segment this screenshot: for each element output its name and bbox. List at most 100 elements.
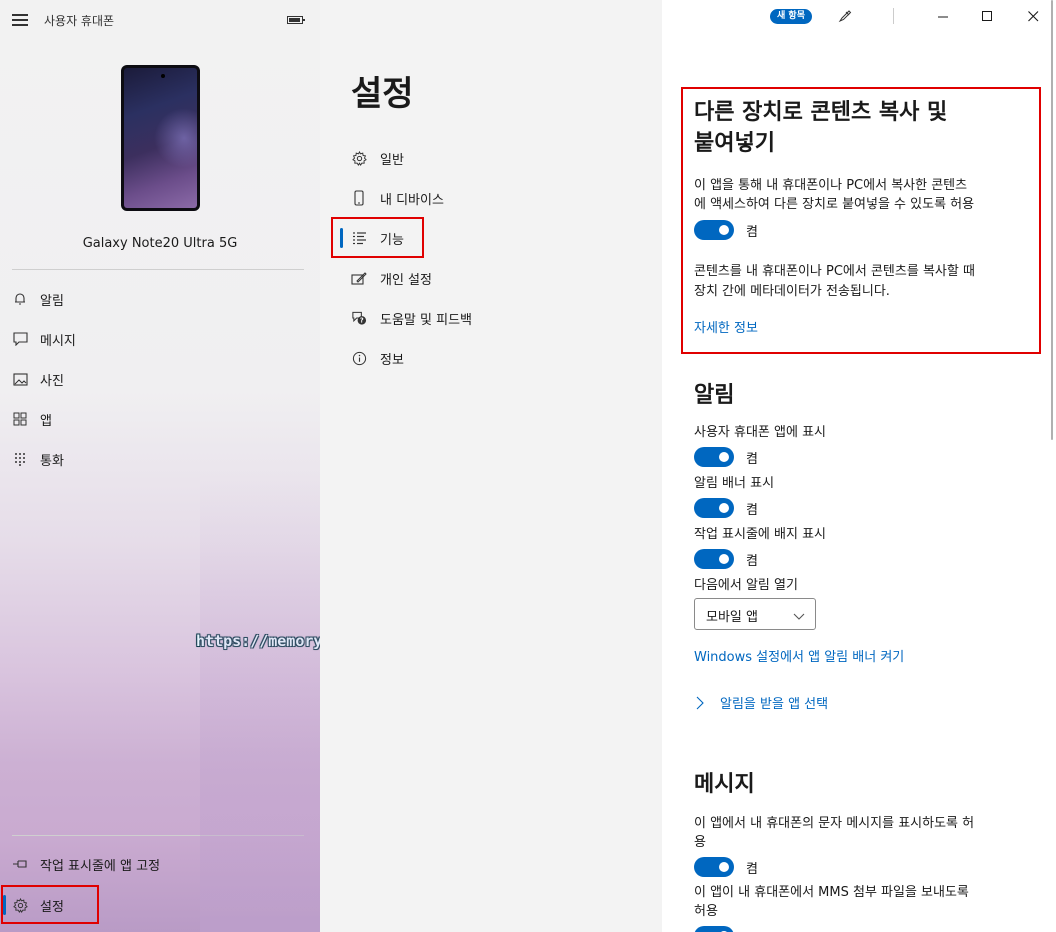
toggle-switch[interactable] bbox=[694, 220, 734, 240]
copy-paste-heading: 다른 장치로 콘텐츠 복사 및 bbox=[694, 100, 948, 125]
chevron-right-icon bbox=[694, 695, 706, 710]
settings-nav-about[interactable]: 정보 bbox=[320, 340, 662, 376]
settings-content-pane: 새 항목 다른 장치로 콘텐츠 복사 및 붙여넣기 이 앱을 통해 내 휴대폰이… bbox=[662, 0, 1056, 932]
nav-item-label: 알림 bbox=[40, 293, 64, 309]
settings-nav-general[interactable]: 일반 bbox=[320, 140, 662, 176]
gear-icon bbox=[12, 897, 28, 913]
choose-apps-expander[interactable]: 알림을 받을 앱 선택 bbox=[694, 692, 994, 714]
show-in-app-label: 사용자 휴대폰 앱에 표시 bbox=[694, 425, 826, 440]
toggle-switch[interactable] bbox=[694, 498, 734, 518]
message-icon bbox=[12, 331, 28, 347]
settings-nav-label: 내 디바이스 bbox=[380, 193, 444, 208]
nav-item-notifications[interactable]: 알림 bbox=[0, 281, 320, 317]
toggle-state: 켬 bbox=[746, 862, 758, 877]
settings-label: 설정 bbox=[40, 899, 64, 915]
metadata-note-cont: 장치 간에 메타데이터가 전송됩니다. bbox=[694, 284, 890, 299]
pin-icon bbox=[12, 856, 28, 872]
metadata-note: 콘텐츠를 내 휴대폰이나 PC에서 콘텐츠를 복사할 때 bbox=[694, 264, 975, 279]
divider bbox=[12, 269, 304, 270]
copy-paste-heading-cont: 붙여넣기 bbox=[694, 131, 775, 156]
nav-item-label: 통화 bbox=[40, 453, 64, 469]
toggle-switch[interactable] bbox=[694, 857, 734, 877]
title-bar: 새 항목 bbox=[662, 0, 1056, 32]
mms-description: 이 앱이 내 휴대폰에서 MMS 첨부 파일을 보내도록 bbox=[694, 885, 969, 900]
maximize-button[interactable] bbox=[977, 6, 997, 26]
bell-icon bbox=[12, 291, 28, 307]
personalize-icon bbox=[351, 270, 367, 286]
minimize-button[interactable] bbox=[933, 6, 953, 26]
selection-indicator bbox=[340, 228, 343, 248]
windows-settings-link[interactable]: Windows 설정에서 앱 알림 배너 켜기 bbox=[694, 646, 904, 665]
nav-item-apps[interactable]: 앱 bbox=[0, 401, 320, 437]
apps-icon bbox=[12, 411, 28, 427]
badge-label: 작업 표시줄에 배지 표시 bbox=[694, 527, 826, 542]
badge-toggle[interactable]: 켬 bbox=[694, 548, 814, 570]
copy-paste-toggle[interactable]: 켬 bbox=[694, 219, 814, 241]
watermark: https://memory112.tistory.com bbox=[196, 632, 320, 650]
messages-description: 이 앱에서 내 휴대폰의 문자 메시지를 표시하도록 허 bbox=[694, 816, 975, 831]
settings-nav-label: 일반 bbox=[380, 153, 404, 168]
nav-item-label: 앱 bbox=[40, 413, 52, 429]
settings-nav-help-feedback[interactable]: ? 도움말 및 피드백 bbox=[320, 300, 662, 336]
nav-item-photos[interactable]: 사진 bbox=[0, 361, 320, 397]
divider bbox=[12, 835, 304, 836]
toggle-switch[interactable] bbox=[694, 926, 734, 932]
mms-description-cont: 허용 bbox=[694, 904, 718, 919]
open-in-label: 다음에서 알림 열기 bbox=[694, 578, 798, 593]
toggle-state: 켬 bbox=[746, 225, 758, 240]
nav-item-settings[interactable]: 설정 bbox=[0, 887, 320, 923]
phone-icon bbox=[351, 190, 367, 206]
new-items-badge[interactable]: 새 항목 bbox=[770, 9, 812, 24]
gear-icon bbox=[351, 150, 367, 166]
nav-item-label: 사진 bbox=[40, 373, 64, 389]
choose-apps-label: 알림을 받을 앱 선택 bbox=[720, 697, 829, 712]
banner-label: 알림 배너 표시 bbox=[694, 476, 775, 491]
close-button[interactable] bbox=[1023, 6, 1043, 26]
selection-indicator bbox=[3, 895, 6, 915]
dialpad-icon bbox=[12, 451, 28, 467]
page-title: 설정 bbox=[351, 74, 414, 114]
settings-nav-label: 도움말 및 피드백 bbox=[380, 313, 472, 328]
app-title: 사용자 휴대폰 bbox=[44, 14, 115, 28]
help-feedback-icon: ? bbox=[351, 310, 367, 326]
mms-toggle[interactable] bbox=[694, 925, 814, 932]
left-pane: 사용자 휴대폰 Galaxy Note20 Ultra 5G 알림 메시지 사진… bbox=[0, 0, 320, 932]
settings-nav-label: 기능 bbox=[380, 233, 404, 248]
messages-toggle[interactable]: 켬 bbox=[694, 856, 814, 878]
info-icon bbox=[351, 350, 367, 366]
banner-toggle[interactable]: 켬 bbox=[694, 497, 814, 519]
toggle-switch[interactable] bbox=[694, 549, 734, 569]
toggle-state: 켬 bbox=[746, 503, 758, 518]
settings-nav-personalization[interactable]: 개인 설정 bbox=[320, 260, 662, 296]
nav-item-calls[interactable]: 통화 bbox=[0, 441, 320, 477]
scrollbar[interactable] bbox=[1050, 0, 1054, 440]
show-in-app-toggle[interactable]: 켬 bbox=[694, 446, 814, 468]
settings-nav-label: 정보 bbox=[380, 353, 404, 368]
pin-to-taskbar[interactable]: 작업 표시줄에 앱 고정 bbox=[0, 846, 320, 882]
notifications-heading: 알림 bbox=[694, 383, 735, 408]
copy-paste-description: 이 앱을 통해 내 휴대폰이나 PC에서 복사한 콘텐츠 bbox=[694, 178, 968, 193]
toggle-switch[interactable] bbox=[694, 447, 734, 467]
device-name: Galaxy Note20 Ultra 5G bbox=[82, 236, 238, 251]
phone-image bbox=[121, 65, 200, 211]
copy-paste-description-cont: 에 액세스하여 다른 장치로 붙여넣을 수 있도록 허용 bbox=[694, 197, 975, 212]
features-list-icon bbox=[351, 230, 367, 246]
battery-icon bbox=[287, 16, 305, 24]
messages-heading: 메시지 bbox=[694, 772, 755, 797]
feedback-brush-icon[interactable] bbox=[835, 6, 855, 26]
nav-item-messages[interactable]: 메시지 bbox=[0, 321, 320, 357]
settings-nav-features[interactable]: 기능 bbox=[320, 220, 662, 256]
dropdown-value: 모바일 앱 bbox=[706, 610, 758, 625]
toggle-state: 켬 bbox=[746, 554, 758, 569]
chevron-down-icon bbox=[793, 607, 805, 620]
hamburger-menu-icon[interactable] bbox=[12, 14, 28, 26]
nav-item-label: 메시지 bbox=[40, 333, 76, 349]
more-info-link[interactable]: 자세한 정보 bbox=[694, 317, 758, 336]
pin-label: 작업 표시줄에 앱 고정 bbox=[40, 858, 161, 874]
open-in-dropdown[interactable]: 모바일 앱 bbox=[694, 598, 816, 630]
messages-description-cont: 용 bbox=[694, 835, 706, 850]
svg-text:?: ? bbox=[360, 317, 364, 325]
photo-icon bbox=[12, 371, 28, 387]
settings-nav-my-device[interactable]: 내 디바이스 bbox=[320, 180, 662, 216]
settings-nav-label: 개인 설정 bbox=[380, 273, 432, 288]
